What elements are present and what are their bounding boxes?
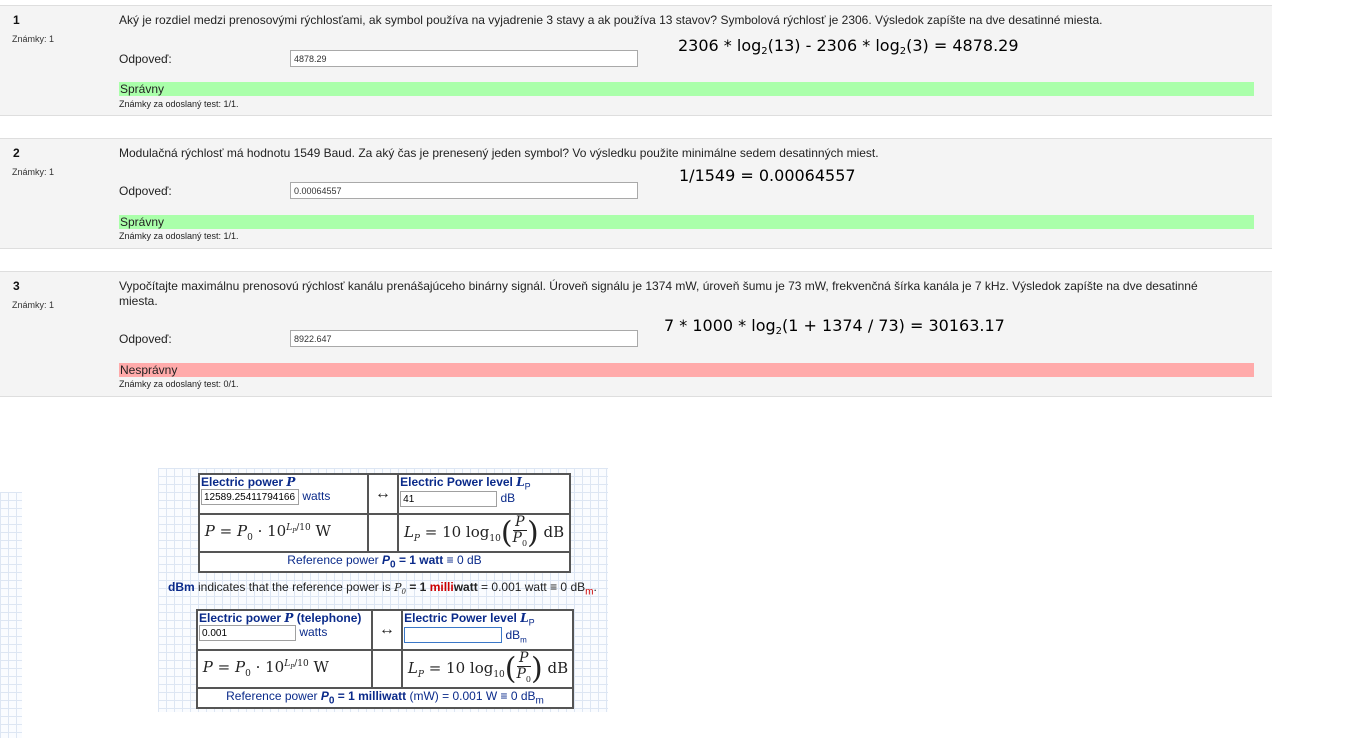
question-marks: Známky: 1 <box>12 34 55 44</box>
power-cell: Electric power P watts <box>198 473 369 515</box>
dbm-note: dBm indicates that the reference power i… <box>168 580 597 598</box>
answer-label: Odpoveď: <box>119 184 172 198</box>
power-header: Electric power P (telephone) <box>199 611 362 625</box>
level-header: Electric Power level LP <box>404 611 535 628</box>
level-unit: dB <box>500 491 516 506</box>
power-calculator-milliwatt: Electric power P (telephone) watts ↔ Ele… <box>196 609 574 709</box>
level-formula: LP = 10 log10(P P0) dB <box>401 649 574 689</box>
score-text: Známky za odoslaný test: 1/1. <box>119 231 239 241</box>
result-correct-bar: Správny <box>119 82 1254 96</box>
question-text: Vypočítajte maximálnu prenosovú rýchlosť… <box>119 279 1198 308</box>
question-1: 1 Známky: 1 Aký je rozdiel medzi prenoso… <box>0 5 1272 116</box>
question-marks: Známky: 1 <box>12 300 55 310</box>
power-unit: watts <box>302 489 331 504</box>
score-text: Známky za odoslaný test: 1/1. <box>119 99 239 109</box>
result-incorrect-bar: Nesprávny <box>119 363 1254 377</box>
power-unit: watts <box>299 625 328 640</box>
question-number: 2 <box>13 146 20 160</box>
answer-label: Odpoveď: <box>119 52 172 66</box>
power-input[interactable] <box>201 489 299 505</box>
question-text: Aký je rozdiel medzi prenosovými rýchlos… <box>119 13 1103 27</box>
reference-power-row: Reference power P0 = 1 watt ≡ 0 dB <box>198 550 571 573</box>
convert-arrow-icon: ↔ <box>370 609 404 651</box>
power-formula: P = P0 · 10LP/10 W <box>196 649 373 689</box>
power-formula: P = P0 · 10LP/10 W <box>198 513 369 553</box>
power-header: Electric power P <box>201 475 296 489</box>
level-formula: LP = 10 log10(P P0) dB <box>397 513 571 553</box>
power-cell: Electric power P (telephone) watts <box>196 609 373 651</box>
question-number: 1 <box>13 13 20 27</box>
handwritten-annotation: 7 * 1000 * log2(1 + 1374 / 73) = 30163.1… <box>664 316 1005 337</box>
handwritten-annotation: 2306 * log2(13) - 2306 * log2(3) = 4878.… <box>678 36 1019 57</box>
power-input[interactable] <box>199 625 296 641</box>
level-cell: Electric Power level LP dBm <box>401 609 574 651</box>
level-unit: dBm <box>505 627 527 644</box>
answer-input[interactable] <box>290 50 638 67</box>
handwritten-annotation: 1/1549 = 0.00064557 <box>679 166 856 185</box>
level-cell: Electric Power level LP dB <box>397 473 571 515</box>
score-text: Známky za odoslaný test: 0/1. <box>119 379 239 389</box>
convert-arrow-icon: ↔ <box>366 473 400 515</box>
level-input[interactable] <box>400 491 498 508</box>
level-input[interactable] <box>404 627 503 644</box>
level-header: Electric Power level LP <box>400 475 531 492</box>
question-3: 3 Známky: 1 Vypočítajte maximálnu prenos… <box>0 271 1272 397</box>
answer-input[interactable] <box>290 182 638 199</box>
answer-input[interactable] <box>290 330 638 347</box>
question-text: Modulačná rýchlosť má hodnotu 1549 Baud.… <box>119 146 879 160</box>
question-number: 3 <box>13 279 20 293</box>
grid-background-strip <box>0 492 22 738</box>
answer-label: Odpoveď: <box>119 332 172 346</box>
reference-power-row: Reference power P0 = 1 milliwatt (mW) = … <box>196 686 574 709</box>
question-marks: Známky: 1 <box>12 167 55 177</box>
power-calculator-watt: Electric power P watts ↔ Electric Power … <box>198 473 571 573</box>
result-correct-bar: Správny <box>119 215 1254 229</box>
question-2: 2 Známky: 1 Modulačná rýchlosť má hodnot… <box>0 138 1272 249</box>
